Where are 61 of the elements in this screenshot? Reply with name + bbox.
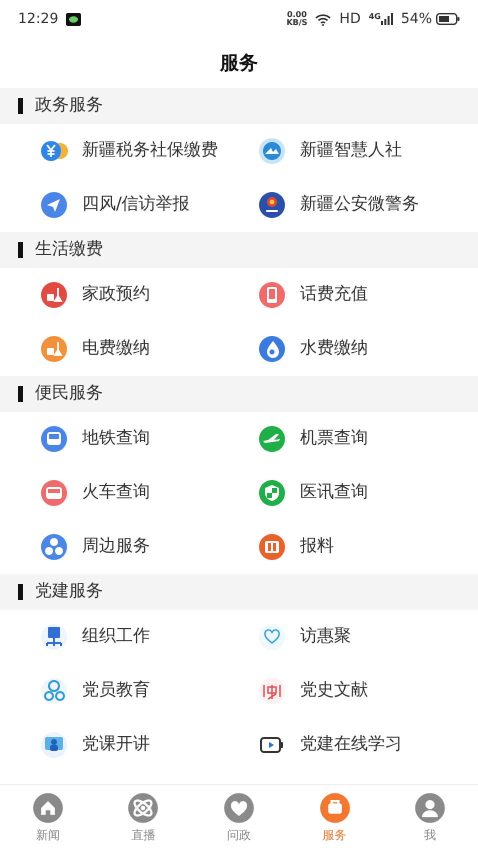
home-icon bbox=[32, 792, 64, 824]
section-marker bbox=[18, 98, 23, 114]
service-item[interactable]: 新疆税务社保缴费 bbox=[40, 124, 258, 178]
section-title: 党建服务 bbox=[35, 580, 103, 604]
service-item[interactable]: 党史文献 bbox=[258, 664, 478, 718]
service-item[interactable]: 新疆公安微警务 bbox=[258, 178, 478, 232]
section-marker bbox=[18, 242, 23, 258]
section-marker bbox=[18, 584, 23, 600]
nav-tab[interactable]: 直播 bbox=[113, 792, 174, 844]
section-title: 政务服务 bbox=[35, 94, 103, 118]
service-item[interactable]: 医讯查询 bbox=[258, 466, 478, 520]
water-drop-icon bbox=[258, 335, 286, 363]
heart-hands-icon bbox=[258, 623, 286, 651]
battery-icon bbox=[436, 13, 460, 25]
service-item[interactable]: 地铁查询 bbox=[40, 412, 258, 466]
service-item[interactable]: 四风/信访举报 bbox=[40, 178, 258, 232]
service-item[interactable]: 机票查询 bbox=[258, 412, 478, 466]
service-item[interactable]: 报料 bbox=[258, 520, 478, 574]
wifi-icon bbox=[315, 12, 332, 26]
network-label: 4G bbox=[368, 13, 381, 21]
nav-tab[interactable]: 我 bbox=[400, 792, 460, 844]
people-icon bbox=[40, 677, 68, 705]
bus-icon bbox=[40, 425, 68, 453]
orbit-icon bbox=[127, 792, 160, 824]
status-time: 12:29 bbox=[18, 10, 58, 28]
nav-tab[interactable]: 新闻 bbox=[18, 792, 78, 844]
nav-tab[interactable]: 问政 bbox=[208, 792, 269, 844]
lecture-icon bbox=[40, 731, 68, 759]
signal-icon bbox=[380, 13, 393, 25]
service-item[interactable]: 新疆智慧人社 bbox=[258, 124, 478, 178]
phone-icon bbox=[258, 281, 286, 309]
nodes-icon bbox=[40, 533, 68, 561]
speed-value: 0.00 bbox=[287, 11, 307, 19]
service-item[interactable]: 电费缴纳 bbox=[40, 322, 258, 376]
service-item[interactable]: 周边服务 bbox=[40, 520, 258, 574]
org-chart-icon bbox=[40, 623, 68, 651]
chat-app-icon bbox=[66, 12, 82, 26]
section-marker bbox=[18, 386, 23, 402]
police-badge-icon bbox=[258, 191, 286, 219]
book-icon bbox=[258, 533, 286, 561]
service-item[interactable]: 火车查询 bbox=[40, 466, 258, 520]
service-item[interactable]: 组织工作 bbox=[40, 610, 258, 664]
page-title: 服务 bbox=[220, 50, 258, 76]
service-item[interactable]: 话费充值 bbox=[258, 268, 478, 322]
service-item[interactable]: 党员教育 bbox=[40, 664, 258, 718]
service-item[interactable]: 水费缴纳 bbox=[258, 322, 478, 376]
service-item[interactable]: 访惠聚 bbox=[258, 610, 478, 664]
person-icon bbox=[414, 792, 446, 824]
speed-unit: KB/S bbox=[286, 19, 308, 27]
service-item[interactable]: 党课开讲 bbox=[40, 718, 258, 772]
service-item[interactable]: 家政预约 bbox=[40, 268, 258, 322]
paper-plane-icon bbox=[40, 191, 68, 219]
section-title: 生活缴费 bbox=[35, 238, 103, 262]
train-icon bbox=[40, 479, 68, 507]
shield-icon bbox=[258, 479, 286, 507]
airplane-icon bbox=[258, 425, 286, 453]
service-item[interactable]: 党建在线学习 bbox=[258, 718, 478, 772]
hd-label: HD bbox=[339, 10, 361, 28]
section-title: 便民服务 bbox=[35, 382, 103, 406]
battery-percent: 54% bbox=[400, 10, 432, 28]
service-icon bbox=[318, 792, 351, 824]
